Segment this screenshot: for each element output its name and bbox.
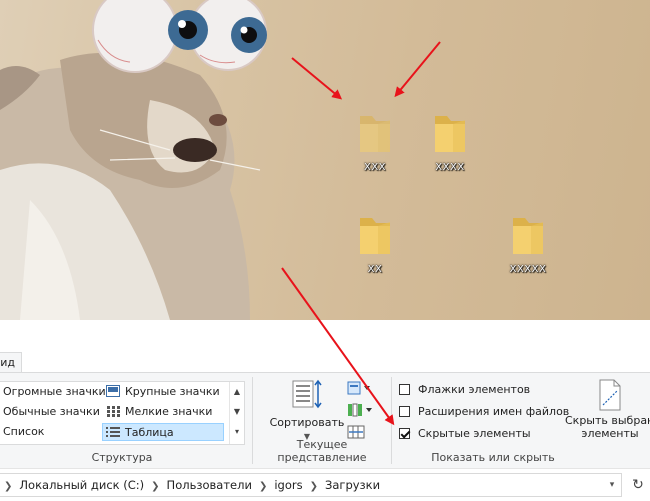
chevron-right-icon: ❯ [4,481,13,492]
hide-selected-label: элементы [581,427,639,440]
hide-selected-items-button[interactable]: Скрыть выбранные элементы [565,379,650,440]
layout-small-icons[interactable]: Мелкие значки [106,403,212,421]
layout-item-label: Обычные значки [3,405,100,418]
ribbon-body: Огромные значки Крупные значки Обычные з… [0,373,650,468]
desktop-folder-icon[interactable]: XXXX [420,112,480,173]
layout-gallery: Огромные значки Крупные значки Обычные з… [0,381,245,445]
file-extensions-option[interactable]: Расширения имен файлов [399,403,569,421]
chevron-right-icon[interactable]: ❯ [310,476,318,498]
desktop-folder-icon[interactable]: XX [345,214,405,275]
group-label-show-hide: Показать или скрыть [431,451,555,464]
sort-by-button[interactable]: Сортировать ▼ [268,379,346,447]
group-label-current-view: Текущее представление [277,438,367,464]
group-separator [252,377,253,464]
layout-item-label: Крупные значки [125,385,220,398]
cat-wallpaper-image [0,0,267,320]
breadcrumb-local-disk[interactable]: Локальный диск (C:) [19,474,144,496]
desktop-folder-icon[interactable]: XXX [345,112,405,173]
layout-item-label: Огромные значки [3,385,106,398]
desktop-folder-icon[interactable]: XXXXX [498,214,558,275]
gallery-scroll: ▲ ▼ ▾ [229,382,244,444]
refresh-icon[interactable]: ↻ [626,473,650,497]
small-icons-icon [107,406,120,417]
layout-item-label: Список [3,425,45,438]
hide-selected-label: Скрыть выбранные [565,414,650,427]
folder-icon [360,116,390,152]
ribbon: Вид Огромные значки Крупные значки Обычн… [0,320,650,468]
breadcrumb-users[interactable]: Пользователи [167,474,252,496]
folder-icon [513,218,543,254]
layout-details[interactable]: Таблица [102,423,224,441]
breadcrumb-user[interactable]: igors [274,474,302,496]
folder-label: XXX [363,162,387,173]
checkbox-label: Флажки элементов [418,383,531,396]
layout-item-label: Мелкие значки [125,405,213,418]
hidden-items-option[interactable]: Скрытые элементы [399,425,531,443]
sort-by-label: Сортировать [269,416,345,429]
ribbon-tabstrip: Вид [0,320,650,373]
group-label-layout: Структура [91,451,153,464]
group-by-button[interactable] [347,380,373,398]
checkbox-label: Скрытые элементы [418,427,531,440]
item-checkboxes-checkbox[interactable] [399,384,410,395]
sort-by-icon [292,379,322,409]
scroll-up-icon[interactable]: ▲ [230,382,244,402]
chevron-right-icon[interactable]: ❯ [151,476,159,498]
large-icons-icon [106,385,120,397]
folder-icon [435,116,465,152]
layout-list[interactable]: Список [3,423,44,441]
scroll-down-icon[interactable]: ▼ [230,402,244,422]
file-extensions-checkbox[interactable] [399,406,410,417]
group-separator [391,377,392,464]
tab-view[interactable]: Вид [0,352,22,372]
folder-label: XX [367,264,383,275]
folder-icon [360,218,390,254]
address-field[interactable]: ❯ Локальный диск (C:) ❯ Пользователи ❯ igors ❯… [0,473,622,497]
hide-selected-icon [599,379,621,411]
add-columns-button[interactable] [347,402,373,420]
details-icon [106,427,120,437]
layout-medium-icons[interactable]: Обычные значки [3,403,100,421]
address-bar: ❯ Локальный диск (C:) ❯ Пользователи ❯ igors ❯… [0,468,650,501]
breadcrumb-downloads[interactable]: Загрузки [325,474,380,496]
expand-gallery-icon[interactable]: ▾ [230,422,244,442]
item-checkboxes-option[interactable]: Флажки элементов [399,381,530,399]
layout-extra-large-icons[interactable]: Огромные значки [3,383,106,401]
group-by-icon [347,381,370,395]
hidden-items-checkbox[interactable] [399,428,410,439]
checkbox-label: Расширения имен файлов [418,405,570,418]
address-history-dropdown-icon[interactable]: ▾ [602,473,622,497]
folder-label: XXXX [435,162,465,173]
chevron-right-icon[interactable]: ❯ [259,476,267,498]
add-columns-icon [348,403,372,417]
layout-item-label: Таблица [125,426,174,439]
folder-label: XXXXX [509,264,547,275]
desktop-background: XXX XXXX XX XXXXX [0,0,650,320]
layout-large-icons[interactable]: Крупные значки [106,383,220,401]
